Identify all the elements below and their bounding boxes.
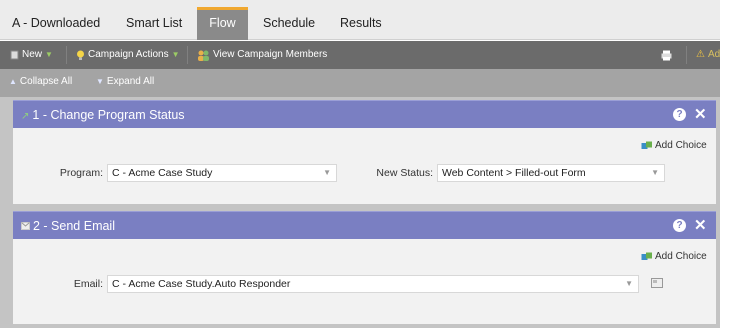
email-value: C - Acme Case Study.Auto Responder <box>112 278 291 290</box>
new-label: New <box>22 49 43 60</box>
toolbar-divider <box>66 46 67 64</box>
add-choice-button[interactable]: Add Choice <box>641 140 707 151</box>
email-label: Email: <box>73 278 103 290</box>
lightbulb-icon <box>77 50 84 60</box>
tab-smart-list[interactable]: Smart List <box>116 7 192 40</box>
view-campaign-members-label: View Campaign Members <box>213 49 328 60</box>
campaign-actions-label: Campaign Actions <box>88 49 169 60</box>
email-select[interactable]: C - Acme Case Study.Auto Responder ▼ <box>107 275 639 293</box>
campaign-actions-button[interactable]: Campaign Actions ▼ <box>76 47 180 63</box>
chevron-down-icon: ▼ <box>323 168 331 177</box>
step-header[interactable]: ↗ 1 - Change Program Status ? ✕ <box>13 100 716 128</box>
collapse-bar: ▲ Collapse All ▼ Expand All <box>0 69 720 97</box>
view-campaign-members-button[interactable]: View Campaign Members <box>197 47 327 63</box>
step-body: Add Choice Program: C - Acme Case Study … <box>13 128 716 204</box>
print-button[interactable] <box>661 47 672 63</box>
tab-bar: A - Downloaded Smart List Flow Schedule … <box>0 0 720 40</box>
admin-button[interactable]: ⚠ Ad <box>696 47 720 63</box>
collapse-icon: ▲ <box>9 77 17 86</box>
add-choice-icon <box>641 252 652 260</box>
admin-label: Ad <box>707 49 721 60</box>
members-icon <box>198 50 209 61</box>
new-button[interactable]: New ▼ <box>10 47 53 63</box>
flow-step-change-program-status: ↗ 1 - Change Program Status ? ✕ Add Choic… <box>13 100 716 204</box>
tab-results[interactable]: Results <box>330 7 392 40</box>
add-choice-label: Add Choice <box>655 251 707 262</box>
flow-step-send-email: 2 - Send Email ? ✕ Add Choice Email: C -… <box>13 211 716 324</box>
chevron-down-icon: ▼ <box>45 50 53 59</box>
step-help-icon[interactable]: ? <box>673 219 686 232</box>
step-help-icon[interactable]: ? <box>673 108 686 121</box>
add-choice-button[interactable]: Add Choice <box>641 251 707 262</box>
tab-a-downloaded[interactable]: A - Downloaded <box>2 7 110 40</box>
email-icon <box>21 212 30 240</box>
step-header[interactable]: 2 - Send Email ? ✕ <box>13 211 716 239</box>
program-label: Program: <box>59 167 103 179</box>
new-status-value: Web Content > Filled-out Form <box>442 167 586 179</box>
step-body: Add Choice Email: C - Acme Case Study.Au… <box>13 239 716 324</box>
change-status-icon: ↗ <box>21 111 30 122</box>
add-choice-label: Add Choice <box>655 140 707 151</box>
close-icon[interactable]: ✕ <box>694 212 707 240</box>
program-value: C - Acme Case Study <box>112 167 213 179</box>
new-status-select[interactable]: Web Content > Filled-out Form ▼ <box>437 164 665 182</box>
new-icon <box>10 50 19 60</box>
program-select[interactable]: C - Acme Case Study ▼ <box>107 164 337 182</box>
preview-icon <box>651 278 663 288</box>
chevron-down-icon: ▼ <box>171 50 180 59</box>
expand-all-button[interactable]: ▼ Expand All <box>96 76 154 87</box>
close-icon[interactable]: ✕ <box>694 101 707 129</box>
warning-icon: ⚠ <box>696 49 705 60</box>
step-title: 1 - Change Program Status <box>32 108 185 122</box>
chevron-down-icon: ▼ <box>625 279 633 288</box>
expand-all-label: Expand All <box>106 76 155 87</box>
toolbar: New ▼ Campaign Actions ▼ View Campaign M… <box>0 41 720 69</box>
expand-icon: ▼ <box>96 77 104 86</box>
chevron-down-icon: ▼ <box>651 168 659 177</box>
step-title: 2 - Send Email <box>33 219 115 233</box>
tab-flow[interactable]: Flow <box>197 7 248 40</box>
add-choice-icon <box>641 141 652 149</box>
email-preview-button[interactable] <box>651 278 663 291</box>
collapse-all-button[interactable]: ▲ Collapse All <box>9 76 72 87</box>
flow-area: ↗ 1 - Change Program Status ? ✕ Add Choic… <box>0 97 720 328</box>
toolbar-divider <box>187 46 188 64</box>
collapse-all-label: Collapse All <box>19 76 73 87</box>
new-status-label: New Status: <box>376 167 433 179</box>
tab-schedule[interactable]: Schedule <box>253 7 325 40</box>
toolbar-divider <box>686 46 687 64</box>
print-icon <box>661 50 672 60</box>
